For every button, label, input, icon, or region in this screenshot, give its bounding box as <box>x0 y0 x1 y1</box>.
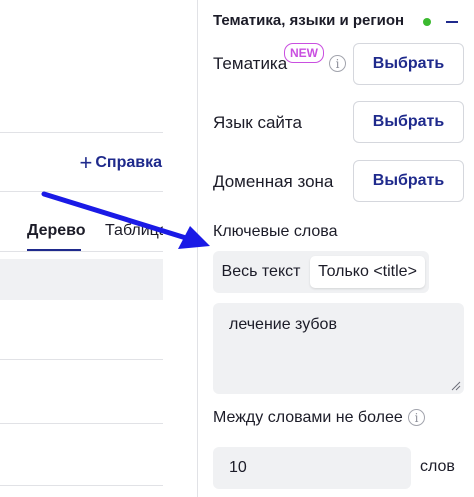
table-row-divider <box>0 359 163 360</box>
mode-title-only[interactable]: Только <title> <box>310 256 425 288</box>
topic-select-button[interactable]: Выбрать <box>353 43 464 85</box>
info-icon[interactable]: i <box>408 409 425 426</box>
divider-line <box>0 251 163 252</box>
new-badge: NEW <box>284 43 324 63</box>
tab-tree[interactable]: Дерево <box>27 222 86 240</box>
plus-icon: + <box>79 150 93 175</box>
words-distance-input[interactable]: 10 <box>213 447 411 489</box>
resize-handle-icon[interactable] <box>451 381 461 391</box>
domain-zone-select-button[interactable]: Выбрать <box>353 160 464 202</box>
panel-divider <box>197 0 198 497</box>
mode-full-text[interactable]: Весь текст <box>213 251 309 293</box>
table-row-selected[interactable] <box>0 259 163 300</box>
help-link[interactable]: + Справка <box>80 152 163 174</box>
info-icon[interactable]: i <box>329 55 346 72</box>
table-row-divider <box>0 485 163 486</box>
topic-label: Тематика <box>213 54 288 73</box>
keywords-label: Ключевые слова <box>213 223 338 240</box>
tab-table[interactable]: Таблица <box>105 222 163 240</box>
site-language-label: Язык сайта <box>213 113 302 132</box>
site-language-select-button[interactable]: Выбрать <box>353 101 464 143</box>
keywords-textarea[interactable]: лечение зубов <box>213 303 464 394</box>
section-title: Тематика, языки и регион <box>213 12 405 29</box>
help-link-label: Справка <box>95 154 162 171</box>
left-panel: + Справка Дерево Таблица <box>0 0 163 497</box>
status-dot-icon <box>423 18 431 26</box>
table-row-divider <box>0 423 163 424</box>
domain-zone-label: Доменная зона <box>213 172 334 191</box>
keywords-value: лечение зубов <box>229 316 337 333</box>
words-unit-label: слов <box>420 458 455 475</box>
annotation-arrow-head <box>178 226 210 249</box>
keywords-mode-switch: Весь текст Только <title> <box>213 251 429 293</box>
divider-line <box>0 132 163 133</box>
words-distance-label: Между словами не более <box>213 409 403 426</box>
divider-line <box>0 191 163 192</box>
minus-icon[interactable] <box>446 21 458 23</box>
words-distance-value: 10 <box>229 459 247 476</box>
